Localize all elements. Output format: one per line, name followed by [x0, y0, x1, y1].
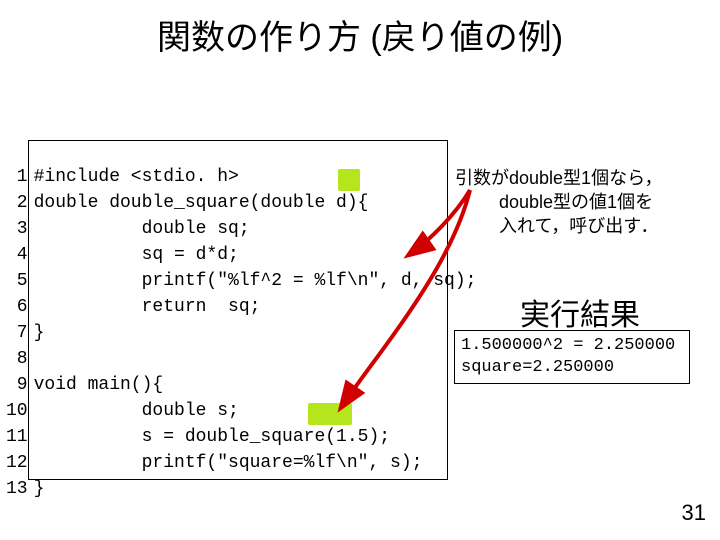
- code-line: sq = d*d;: [34, 245, 239, 265]
- line-number: 2: [6, 190, 28, 216]
- code-listing: 1 #include <stdio. h> 2 double double_squa…: [6, 138, 476, 502]
- note-line: 入れて，呼び出す．: [455, 214, 705, 238]
- page-number: 31: [682, 500, 706, 526]
- code-line: printf("square=%lf\n", s);: [34, 453, 423, 473]
- line-number: 6: [6, 294, 28, 320]
- code-line: printf("%lf^2 = %lf\n", d, sq);: [34, 271, 477, 291]
- line-number: 9: [6, 372, 28, 398]
- code-line: double s;: [34, 401, 239, 421]
- code-line: double sq;: [34, 219, 250, 239]
- code-line: double double_square(double d){: [34, 193, 369, 213]
- line-number: 5: [6, 268, 28, 294]
- result-line: 1.500000^2 = 2.250000: [461, 336, 675, 355]
- slide: 関数の作り方 (戻り値の例) 1 #include <stdio. h> 2 dou…: [0, 0, 720, 540]
- code-line: return sq;: [34, 297, 261, 317]
- note-line: 引数がdouble型1個なら，: [455, 168, 663, 188]
- line-number: 3: [6, 216, 28, 242]
- line-number: 12: [6, 450, 28, 476]
- line-number: 8: [6, 346, 28, 372]
- line-number: 10: [6, 398, 28, 424]
- code-line: s = double_square(1.5);: [34, 427, 390, 447]
- code-line: void main(){: [34, 375, 164, 395]
- line-number: 13: [6, 476, 28, 502]
- annotation-note: 引数がdouble型1個なら， double型の値1個を 入れて，呼び出す．: [455, 166, 705, 238]
- result-heading: 実行結果: [520, 290, 640, 334]
- line-number: 4: [6, 242, 28, 268]
- result-line: square=2.250000: [461, 358, 614, 377]
- code-line: }: [34, 323, 45, 343]
- result-box: 1.500000^2 = 2.250000 square=2.250000: [454, 330, 690, 384]
- note-line: double型の値1個を: [455, 190, 705, 214]
- line-number: 1: [6, 164, 28, 190]
- line-number: 11: [6, 424, 28, 450]
- code-line: }: [34, 479, 45, 499]
- slide-title: 関数の作り方 (戻り値の例): [0, 10, 720, 59]
- line-number: 7: [6, 320, 28, 346]
- code-line: #include <stdio. h>: [34, 167, 239, 187]
